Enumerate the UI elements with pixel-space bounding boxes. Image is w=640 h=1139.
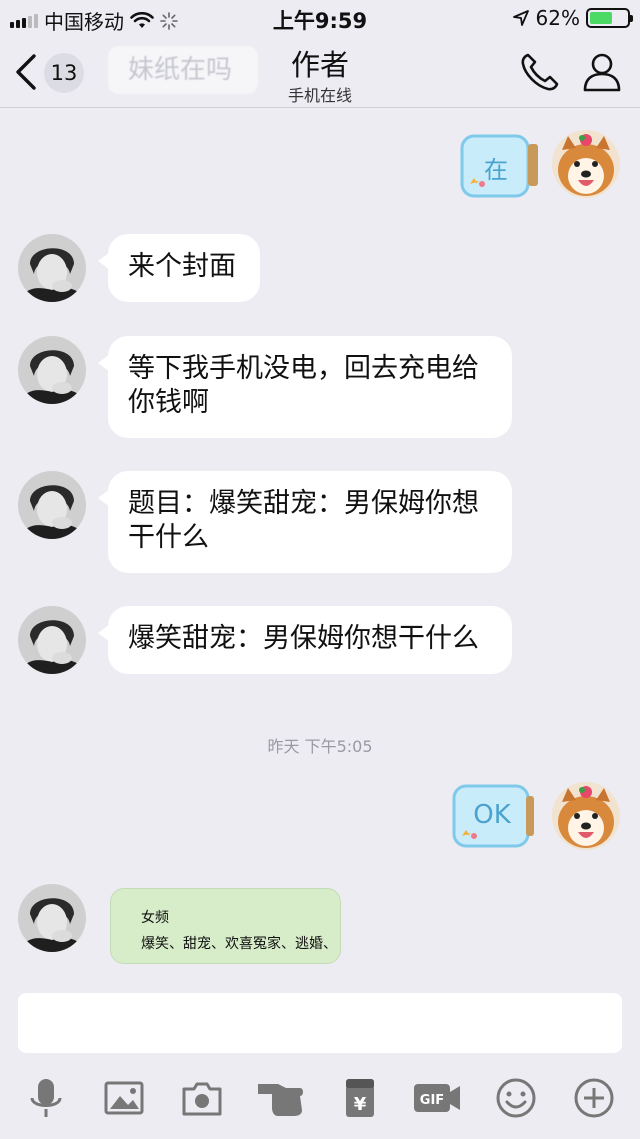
incoming-message-bubble[interactable]: 等下我手机没电，回去充电给你钱啊: [98, 336, 512, 438]
contact-avatar[interactable]: [18, 336, 86, 404]
location-arrow-icon: [512, 10, 529, 26]
poke-icon[interactable]: [256, 1076, 306, 1120]
phone-call-icon[interactable]: [518, 50, 562, 94]
image-icon[interactable]: [102, 1076, 146, 1120]
battery-level: [590, 12, 613, 24]
status-bar: 中国移动 上午9:59 62%: [0, 0, 640, 36]
contact-avatar[interactable]: [18, 234, 86, 302]
plus-icon[interactable]: [572, 1076, 616, 1120]
incoming-message-bubble[interactable]: 来个封面: [98, 234, 260, 302]
image-message-card[interactable]: 女频 爆笑、甜宠、欢喜冤家、逃婚、: [110, 888, 341, 964]
profile-icon[interactable]: [580, 50, 624, 94]
camera-icon[interactable]: [180, 1076, 224, 1120]
red-packet-symbol: ¥: [354, 1094, 367, 1115]
status-right: 62%: [512, 6, 633, 30]
microphone-icon[interactable]: [24, 1076, 68, 1120]
battery-percent: 62%: [535, 6, 580, 30]
contact-avatar[interactable]: [18, 606, 86, 674]
my-avatar[interactable]: [552, 130, 620, 198]
input-toolbar: ¥ GIF: [0, 1072, 640, 1132]
emoji-icon[interactable]: [494, 1076, 538, 1120]
battery-icon: [586, 8, 633, 28]
card-line-1: 女频: [141, 910, 169, 926]
card-line-2: 爆笑、甜宠、欢喜冤家、逃婚、: [141, 936, 337, 952]
sticker-label: OK: [473, 800, 511, 830]
message-timestamp: 昨天 下午5:05: [267, 737, 373, 756]
message-input[interactable]: [18, 993, 622, 1053]
chat-header: 13 妹纸在吗 作者 手机在线: [0, 36, 640, 108]
incoming-message-bubble[interactable]: 爆笑甜宠：男保姆你想干什么: [98, 606, 512, 674]
sticker-label: 在: [484, 156, 508, 184]
my-avatar[interactable]: [552, 782, 620, 850]
contact-avatar[interactable]: [18, 884, 86, 952]
incoming-message-bubble[interactable]: 题目：爆笑甜宠：男保姆你想干什么: [98, 471, 512, 573]
contact-avatar[interactable]: [18, 471, 86, 539]
gif-label: GIF: [420, 1093, 444, 1108]
red-packet-icon[interactable]: ¥: [338, 1076, 382, 1120]
gif-icon[interactable]: GIF: [412, 1076, 462, 1120]
